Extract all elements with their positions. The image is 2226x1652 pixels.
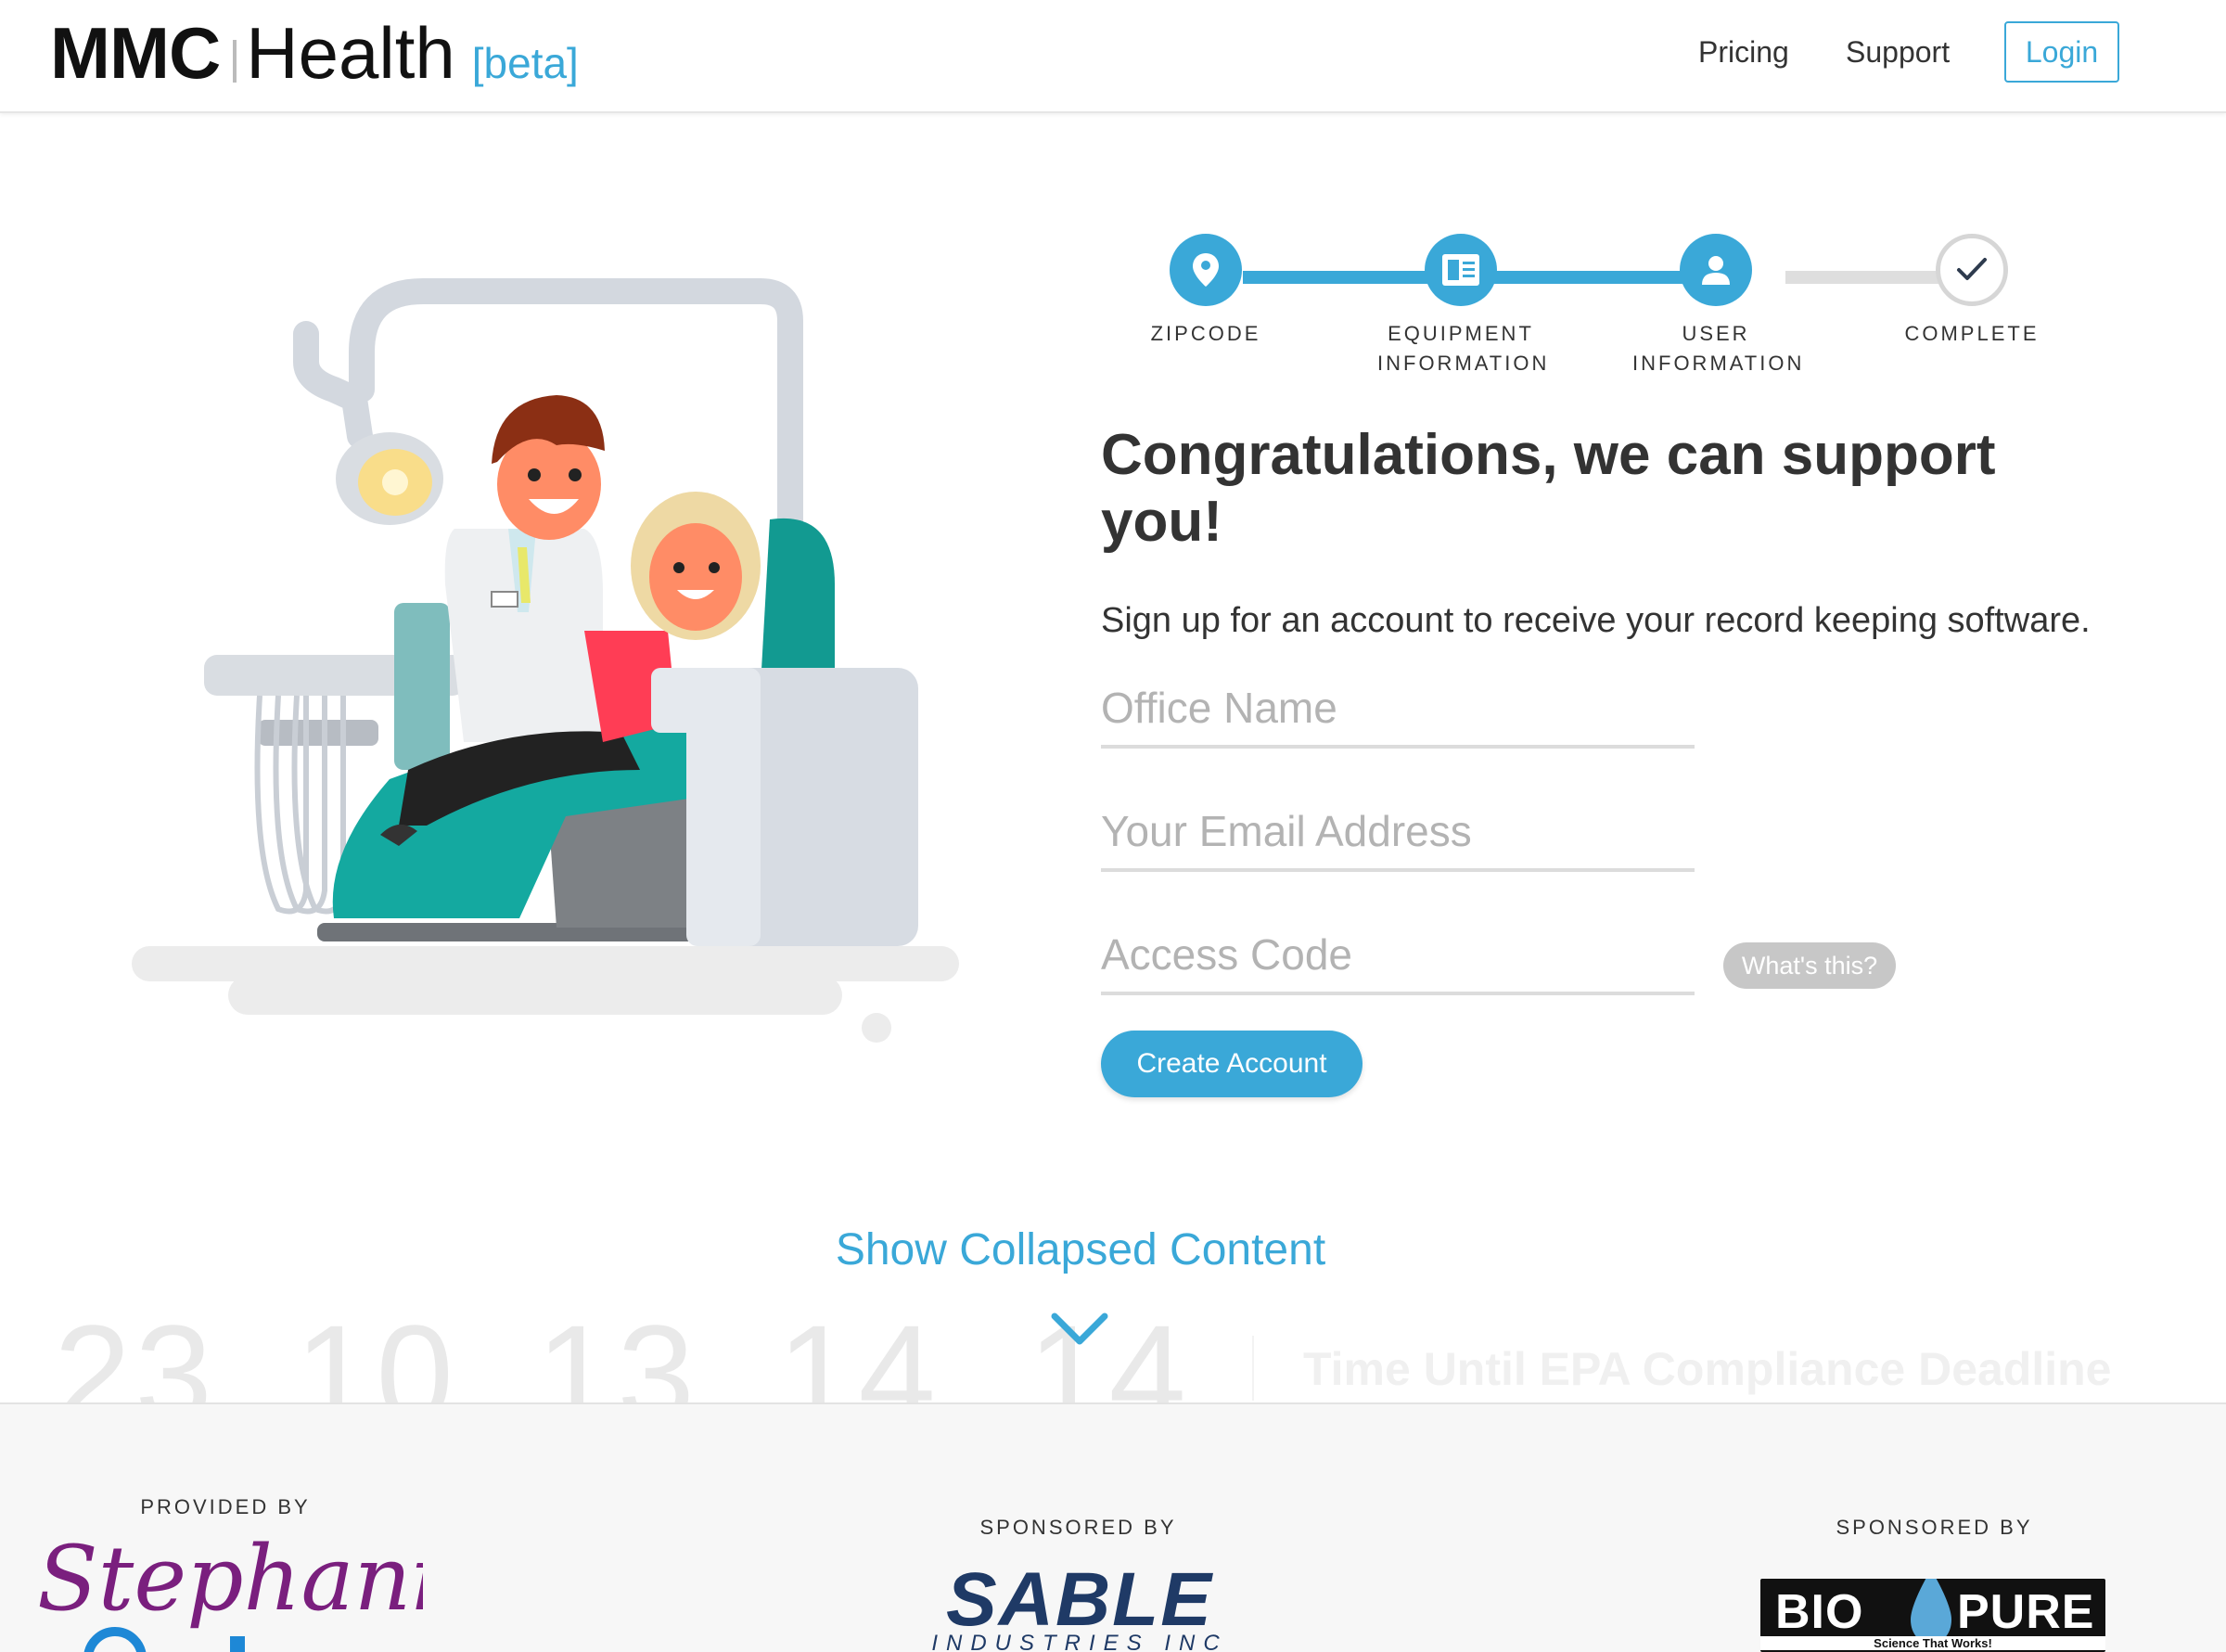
countdown-value: 14 xyxy=(777,1303,940,1403)
provider-logo-text: Stephanie xyxy=(37,1527,423,1631)
chevron-down-icon[interactable] xyxy=(1051,1311,1108,1348)
countdown-label: Time Until EPA Compliance Deadline xyxy=(1303,1343,2112,1395)
sponsored-by-caption: SPONSORED BY xyxy=(1836,1516,2033,1539)
access-code-input[interactable] xyxy=(1101,921,1695,988)
office-name-input[interactable] xyxy=(1101,674,1695,741)
provider-logo-mark xyxy=(83,1627,147,1652)
stephanie-logo[interactable]: Stephanie xyxy=(33,1527,423,1652)
sable-industries-logo[interactable]: SABLE INDUSTRIES INC xyxy=(922,1569,1237,1652)
nav-support-link[interactable]: Support xyxy=(1846,35,1950,70)
sponsor-2-logo-left: BIO xyxy=(1775,1585,1864,1639)
provided-by-caption: PROVIDED BY xyxy=(140,1495,311,1518)
countdown-value: 23 xyxy=(54,1303,216,1403)
dentist-illustration xyxy=(132,278,959,1043)
whats-this-button[interactable]: What's this? xyxy=(1723,942,1896,989)
sponsor-2-block: SPONSORED BY xyxy=(1811,1516,2057,1540)
step-complete: COMPLETE xyxy=(1888,234,2055,349)
step-zipcode: ZIPCODE xyxy=(1122,234,1289,349)
sponsors-footer: PROVIDED BY Stephanie SPONSORED BY SABLE… xyxy=(0,1402,2226,1652)
location-pin-icon xyxy=(1170,234,1242,306)
nav-pricing-link[interactable]: Pricing xyxy=(1698,35,1789,70)
office-name-field xyxy=(1101,674,1695,749)
provider-block: PROVIDED BY xyxy=(93,1495,358,1519)
provider-logo-mark-dot xyxy=(230,1636,245,1652)
checkmark-icon xyxy=(1936,234,2008,306)
show-collapsed-toggle[interactable]: Show Collapsed Content xyxy=(0,1224,2161,1275)
dentist-figure xyxy=(444,395,605,742)
step-zipcode-label: ZIPCODE xyxy=(1150,322,1261,345)
countdown-value: 10 xyxy=(295,1303,457,1403)
create-account-button[interactable]: Create Account xyxy=(1101,1031,1362,1097)
access-code-field xyxy=(1101,921,1695,995)
dental-lamp xyxy=(336,432,443,525)
top-navbar: MMC Health [beta] Pricing Support Login xyxy=(0,0,2226,113)
login-button[interactable]: Login xyxy=(2004,21,2119,83)
page-subtitle: Sign up for an account to receive your r… xyxy=(1101,601,2091,640)
logo-divider xyxy=(233,40,237,83)
sponsor-2-logo-right: PURE xyxy=(1957,1585,2095,1639)
logo-product: Health xyxy=(246,12,455,94)
document-icon xyxy=(1425,234,1497,306)
page-title: Congratulations, we can support you! xyxy=(1101,423,1996,554)
site-logo[interactable]: MMC Health [beta] xyxy=(50,11,579,100)
logo-brand: MMC xyxy=(50,12,221,94)
step-complete-label: COMPLETE xyxy=(1904,322,2040,345)
email-field xyxy=(1101,798,1695,872)
email-input[interactable] xyxy=(1101,798,1695,864)
sponsor-1-logo-subtext: INDUSTRIES INC xyxy=(931,1631,1228,1652)
user-icon xyxy=(1680,234,1752,306)
countdown-value: 13 xyxy=(536,1303,698,1403)
sponsor-2-tagline: Science That Works! xyxy=(1874,1636,1992,1650)
sponsored-by-caption: SPONSORED BY xyxy=(979,1516,1177,1539)
sponsor-1-block: SPONSORED BY xyxy=(955,1516,1201,1540)
logo-beta-tag: [beta] xyxy=(471,39,579,87)
countdown-divider xyxy=(1252,1336,1254,1401)
progress-stepper: ZIPCODE EQUIPMENT INFORMATION USER INFOR… xyxy=(1151,234,2087,382)
step-equipment-information: EQUIPMENT INFORMATION xyxy=(1377,234,1550,378)
step-equipment-label: EQUIPMENT INFORMATION xyxy=(1377,322,1550,375)
step-user-label: USER INFORMATION xyxy=(1632,322,1805,375)
biopure-logo[interactable]: BIO PURE Science That Works! xyxy=(1760,1579,2105,1652)
step-user-information: USER INFORMATION xyxy=(1632,234,1805,378)
